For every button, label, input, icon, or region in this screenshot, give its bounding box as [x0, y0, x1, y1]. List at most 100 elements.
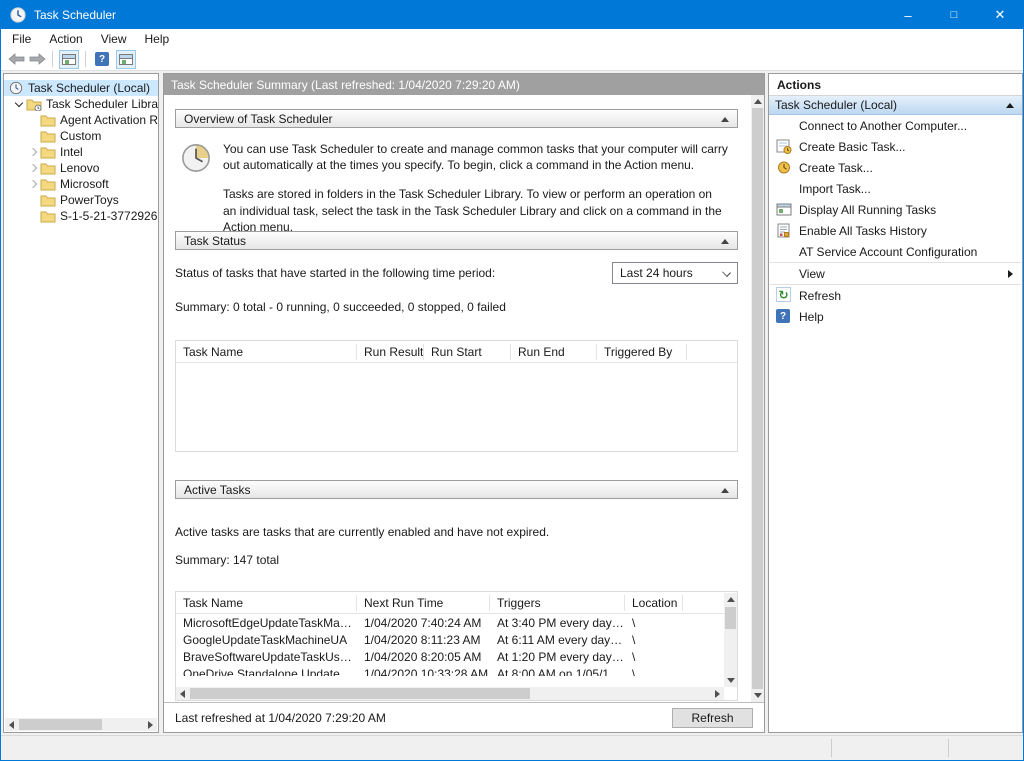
tree-item-sid-folder[interactable]: S-1-5-21-3772926790- — [4, 208, 158, 224]
task-status-section: Task Status Status of tasks that have st… — [175, 231, 738, 452]
tree-item-library[interactable]: Task Scheduler Library — [4, 96, 158, 112]
task-status-summary: Summary: 0 total - 0 running, 0 succeede… — [175, 300, 738, 314]
tree-item-powertoys[interactable]: PowerToys — [4, 192, 158, 208]
scroll-down-arrow-icon[interactable] — [724, 674, 737, 687]
refresh-button[interactable]: Refresh — [672, 708, 753, 728]
tasks-history-icon — [776, 223, 792, 238]
column-header-spacer — [687, 344, 737, 360]
column-header[interactable]: Task Name — [176, 595, 357, 611]
minimize-button[interactable]: – — [885, 1, 931, 29]
console-tree-icon — [62, 54, 76, 65]
cell-location: \ — [625, 667, 683, 677]
time-period-dropdown[interactable]: Last 24 hours — [612, 262, 738, 284]
overview-paragraph-1: You can use Task Scheduler to create and… — [223, 141, 728, 173]
tree-item-lenovo[interactable]: Lenovo — [4, 160, 158, 176]
forward-arrow-icon[interactable] — [29, 53, 46, 65]
cell-triggers: At 3:40 PM every day - A... — [490, 616, 625, 630]
collapse-arrow-icon[interactable] — [1006, 103, 1014, 108]
action-help[interactable]: ? Help — [769, 306, 1022, 327]
status-bar-divider — [948, 739, 949, 757]
actions-panel: Actions Task Scheduler (Local) Connect t… — [768, 73, 1023, 733]
task-status-section-header[interactable]: Task Status — [175, 231, 738, 250]
chevron-right-icon[interactable] — [29, 180, 37, 188]
column-header[interactable]: Location — [625, 595, 683, 611]
status-bar-divider — [831, 739, 832, 757]
column-header[interactable]: Run Start — [424, 344, 511, 360]
show-action-pane-button[interactable] — [116, 50, 136, 69]
column-header[interactable]: Next Run Time — [357, 595, 490, 611]
column-header[interactable]: Task Name — [176, 344, 357, 360]
scroll-left-arrow-icon[interactable] — [5, 718, 18, 731]
column-header[interactable]: Run End — [511, 344, 597, 360]
collapse-arrow-icon[interactable] — [721, 117, 729, 122]
menu-help[interactable]: Help — [136, 30, 179, 48]
overview-section: Overview of Task Scheduler You can use T… — [175, 109, 738, 231]
folder-icon — [40, 193, 56, 207]
task-status-table-header: Task Name Run Result Run Start Run End T… — [176, 341, 737, 363]
cell-task-name: OneDrive Standalone Update Task-... — [176, 667, 357, 677]
active-tasks-horizontal-scrollbar[interactable] — [176, 687, 724, 700]
scrollbar-thumb[interactable] — [19, 719, 102, 730]
action-at-service-account-configuration[interactable]: AT Service Account Configuration — [769, 241, 1022, 262]
show-console-tree-button[interactable] — [59, 50, 79, 69]
column-header[interactable]: Triggered By — [597, 344, 687, 360]
folder-icon — [40, 129, 56, 143]
action-view[interactable]: View — [769, 263, 1022, 284]
scrollbar-thumb[interactable] — [725, 607, 736, 629]
table-row[interactable]: OneDrive Standalone Update Task-... 1/04… — [176, 665, 737, 676]
scrollbar-thumb[interactable] — [752, 108, 763, 689]
actions-panel-title: Actions — [769, 74, 1022, 96]
scroll-right-arrow-icon[interactable] — [144, 718, 157, 731]
collapse-arrow-icon[interactable] — [721, 239, 729, 244]
action-display-all-running-tasks[interactable]: Display All Running Tasks — [769, 199, 1022, 220]
table-row[interactable]: MicrosoftEdgeUpdateTaskMachine... 1/04/2… — [176, 614, 737, 631]
action-connect-to-another-computer[interactable]: Connect to Another Computer... — [769, 115, 1022, 136]
table-row[interactable]: GoogleUpdateTaskMachineUA 1/04/2020 8:11… — [176, 631, 737, 648]
tree-item-custom[interactable]: Custom — [4, 128, 158, 144]
active-tasks-section: Active Tasks Active tasks are tasks that… — [175, 480, 738, 701]
library-folder-icon — [26, 97, 42, 111]
action-refresh[interactable]: ↻ Refresh — [769, 285, 1022, 306]
menu-action[interactable]: Action — [40, 30, 91, 48]
menu-file[interactable]: File — [3, 30, 40, 48]
scroll-down-arrow-icon[interactable] — [751, 689, 764, 702]
chevron-down-icon[interactable] — [15, 98, 23, 106]
close-button[interactable]: ✕ — [977, 1, 1023, 29]
active-tasks-table: Task Name Next Run Time Triggers Locatio… — [175, 591, 738, 701]
column-header[interactable]: Triggers — [490, 595, 625, 611]
menu-view[interactable]: View — [92, 30, 136, 48]
chevron-right-icon[interactable] — [29, 164, 37, 172]
scroll-right-arrow-icon[interactable] — [711, 687, 724, 700]
scrollbar-thumb[interactable] — [190, 688, 530, 699]
tree-horizontal-scrollbar[interactable] — [5, 718, 157, 731]
scroll-up-arrow-icon[interactable] — [751, 95, 764, 108]
active-tasks-vertical-scrollbar[interactable] — [724, 593, 737, 687]
chevron-down-icon — [722, 268, 731, 277]
overview-section-header[interactable]: Overview of Task Scheduler — [175, 109, 738, 128]
maximize-button[interactable]: □ — [931, 1, 977, 29]
active-tasks-section-header[interactable]: Active Tasks — [175, 480, 738, 499]
menu-bar: File Action View Help — [1, 29, 1023, 48]
scroll-left-arrow-icon[interactable] — [176, 687, 189, 700]
chevron-right-icon[interactable] — [29, 148, 37, 156]
tree-item-intel[interactable]: Intel — [4, 144, 158, 160]
cell-location: \ — [625, 650, 683, 664]
table-row[interactable]: BraveSoftwareUpdateTaskUserS-1-... 1/04/… — [176, 648, 737, 665]
tree-item-microsoft[interactable]: Microsoft — [4, 176, 158, 192]
collapse-arrow-icon[interactable] — [721, 488, 729, 493]
action-create-basic-task[interactable]: Create Basic Task... — [769, 136, 1022, 157]
scroll-up-arrow-icon[interactable] — [724, 593, 737, 606]
summary-vertical-scrollbar[interactable] — [751, 95, 764, 702]
help-toolbar-button[interactable]: ? — [92, 50, 112, 69]
action-create-task[interactable]: Create Task... — [769, 157, 1022, 178]
tree-item-agent-activation[interactable]: Agent Activation Runt — [4, 112, 158, 128]
action-enable-all-tasks-history[interactable]: Enable All Tasks History — [769, 220, 1022, 241]
window-title: Task Scheduler — [34, 8, 116, 22]
tree-item-root[interactable]: Task Scheduler (Local) — [4, 80, 158, 96]
action-import-task[interactable]: Import Task... — [769, 178, 1022, 199]
last-refreshed-text: Last refreshed at 1/04/2020 7:29:20 AM — [175, 711, 386, 725]
actions-group-header[interactable]: Task Scheduler (Local) — [769, 96, 1022, 115]
column-header[interactable]: Run Result — [357, 344, 424, 360]
toolbar-separator — [52, 51, 53, 67]
back-arrow-icon[interactable] — [8, 53, 25, 65]
